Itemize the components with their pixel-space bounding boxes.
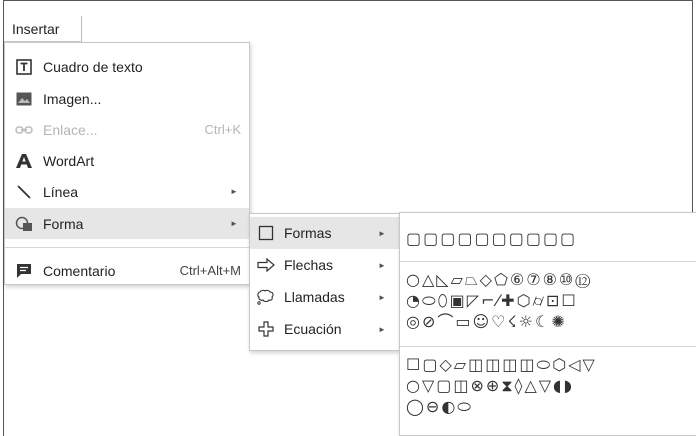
submenu-item-arrows[interactable]: Flechas ► (250, 249, 399, 281)
line-icon (13, 182, 35, 202)
shapes-row[interactable]: ◯⊖◐⬭ (406, 396, 696, 417)
shapes-group-flowchart: ☐▢◇▱◫◫◫◫⬭⬡◁▽ ○▽▢◫⊗⊕⧗◊△▽◖◗ ◯⊖◐⬭ (406, 354, 696, 417)
shapes-separator (400, 261, 696, 262)
callout-icon (256, 287, 276, 307)
submenu-arrow-icon: ► (230, 187, 238, 196)
submenu-arrow-icon: ► (378, 228, 386, 238)
shape-icon (13, 214, 35, 234)
submenu-item-label: Flechas (284, 257, 334, 273)
shapes-separator (400, 346, 696, 347)
submenu-item-shapes[interactable]: Formas ► (250, 217, 399, 249)
shapes-row[interactable]: ○▽▢◫⊗⊕⧗◊△▽◖◗ (406, 375, 696, 396)
shapes-group-basic: ▢▢▢▢▢▢▢▢▢▢ (406, 228, 696, 249)
menu-item-shape[interactable]: Forma ► (5, 208, 249, 239)
menu-insert[interactable]: Insertar (4, 16, 82, 42)
menu-separator (5, 247, 249, 248)
shapes-group-geometric: ○△◺▱⏢◇⬠⑥⑦⑧⑩⑫ ◔⬭⬯▣◸⌐⁄✚⬡⌭⊡☐ ◎⊘⌒▭☺♡☇☼☾✺ (406, 269, 696, 332)
menu-item-label: Imagen... (43, 90, 102, 107)
insert-menu: Cuadro de texto Imagen... Enlace... Ctrl… (4, 42, 250, 285)
menu-item-label: Comentario (43, 262, 116, 279)
menu-item-wordart[interactable]: WordArt (5, 145, 249, 176)
shapes-row[interactable]: ◔⬭⬯▣◸⌐⁄✚⬡⌭⊡☐ (406, 290, 696, 311)
submenu-arrow-icon: ► (378, 292, 386, 302)
submenu-item-label: Ecuación (284, 321, 342, 337)
shapes-row[interactable]: ◎⊘⌒▭☺♡☇☼☾✺ (406, 311, 696, 332)
submenu-arrow-icon: ► (378, 260, 386, 270)
menu-item-label: Cuadro de texto (43, 58, 143, 75)
menu-item-line[interactable]: Línea ► (5, 176, 249, 207)
submenu-item-equation[interactable]: Ecuación ► (250, 313, 399, 345)
shapes-gallery: ▢▢▢▢▢▢▢▢▢▢ ○△◺▱⏢◇⬠⑥⑦⑧⑩⑫ ◔⬭⬯▣◸⌐⁄✚⬡⌭⊡☐ ◎⊘⌒… (399, 212, 696, 436)
shapes-row[interactable]: ▢▢▢▢▢▢▢▢▢▢ (406, 228, 696, 249)
submenu-item-label: Formas (284, 225, 332, 241)
menu-item-label: WordArt (43, 152, 95, 169)
menu-item-link[interactable]: Enlace... Ctrl+K (5, 114, 249, 145)
menu-item-comment[interactable]: Comentario Ctrl+Alt+M (5, 255, 249, 286)
submenu-item-callouts[interactable]: Llamadas ► (250, 281, 399, 313)
menu-item-image[interactable]: Imagen... (5, 83, 249, 114)
shape-submenu: Formas ► Flechas ► Llamadas ► Ecuación ► (249, 213, 400, 351)
menu-item-shortcut: Ctrl+K (204, 122, 241, 137)
menu-item-label: Línea (43, 183, 79, 200)
shapes-row[interactable]: ☐▢◇▱◫◫◫◫⬭⬡◁▽ (406, 354, 696, 375)
submenu-arrow-icon: ► (230, 219, 238, 228)
arrow-right-icon (256, 255, 276, 275)
menu-item-label: Enlace... (43, 121, 98, 138)
menu-item-label: Forma (43, 215, 84, 232)
menu-item-shortcut: Ctrl+Alt+M (179, 263, 241, 278)
submenu-arrow-icon: ► (378, 324, 386, 334)
menu-item-text-box[interactable]: Cuadro de texto (5, 51, 249, 82)
shapes-row[interactable]: ○△◺▱⏢◇⬠⑥⑦⑧⑩⑫ (406, 269, 696, 290)
square-shape-icon (256, 223, 276, 243)
image-icon (13, 89, 35, 109)
text-box-icon (13, 57, 35, 77)
wordart-icon (13, 151, 35, 171)
plus-icon (256, 319, 276, 339)
submenu-item-label: Llamadas (284, 289, 345, 305)
link-icon (13, 120, 35, 140)
comment-icon (13, 261, 35, 281)
